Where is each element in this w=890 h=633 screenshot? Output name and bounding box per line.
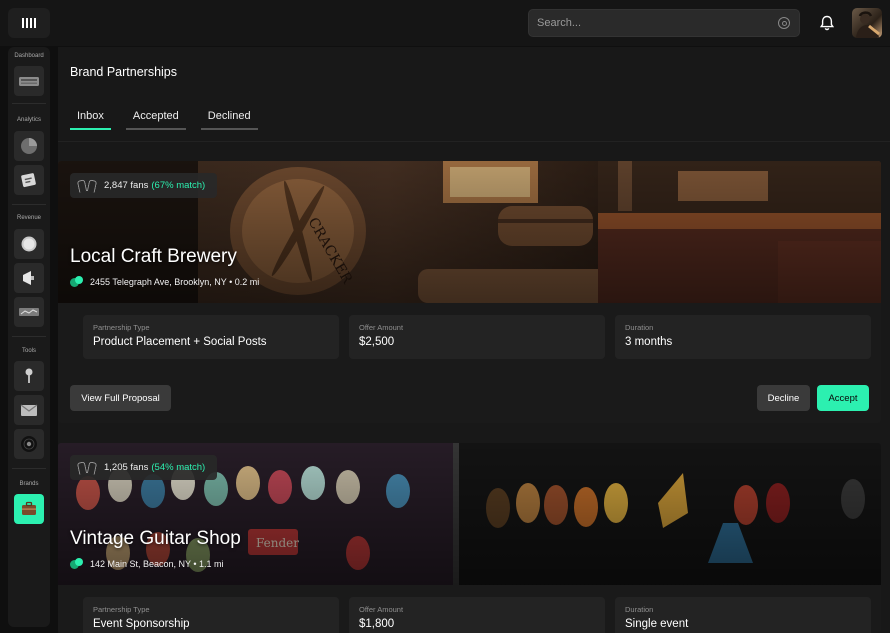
sidebar-item-coin[interactable] — [14, 229, 44, 259]
tab-inbox[interactable]: Inbox — [70, 110, 111, 130]
sidebar-item-microphone[interactable] — [14, 361, 44, 391]
briefcase-icon — [22, 501, 36, 515]
location-icon — [70, 558, 84, 570]
rock-hand-icon — [78, 462, 96, 474]
brand-name: Local Craft Brewery — [70, 246, 237, 267]
microphone-icon — [25, 368, 33, 383]
detail-label: Offer Amount — [359, 323, 404, 332]
detail-label: Duration — [625, 323, 654, 332]
sidebar: Dashboard Analytics Revenue Tools Brands — [8, 47, 50, 627]
rock-hand-icon — [78, 180, 96, 192]
revenue-chart-icon — [19, 308, 39, 316]
proposal-details: Partnership Type Product Placement + Soc… — [83, 315, 871, 359]
detail-value: $2,500 — [359, 336, 395, 348]
detail-value: 3 months — [625, 336, 673, 348]
partnership-type-box: Partnership Type Event Sponsorship — [83, 597, 339, 633]
match-percent: (54% match) — [151, 462, 206, 473]
top-bar — [0, 0, 890, 46]
proposal-card: CRACKER 2,847 fans (67% match) Local Cra… — [58, 161, 881, 423]
detail-value: Single event — [625, 618, 689, 630]
search-icon[interactable] — [778, 17, 790, 29]
search-input[interactable] — [537, 10, 767, 36]
bell-icon[interactable] — [818, 14, 836, 32]
detail-value: $1,800 — [359, 618, 395, 630]
location-text: 142 Main St, Beacon, NY • 1.1 mi — [90, 559, 224, 569]
view-full-proposal-button[interactable]: View Full Proposal — [70, 385, 171, 411]
sidebar-item-mail[interactable] — [14, 395, 44, 425]
vinyl-icon — [21, 436, 37, 452]
sidebar-item-report[interactable] — [14, 165, 44, 195]
tab-bar: Inbox Accepted Declined — [70, 110, 258, 130]
sidebar-section-tools: Tools — [21, 348, 36, 354]
page-title: Brand Partnerships — [70, 65, 178, 79]
duration-box: Duration 3 months — [615, 315, 871, 359]
sidebar-section-dashboard: Dashboard — [14, 53, 44, 59]
megaphone-icon — [23, 271, 34, 285]
fans-count: 1,205 fans — [104, 462, 149, 473]
fans-match-badge: 1,205 fans (54% match) — [70, 455, 218, 480]
fans-match-badge: 2,847 fans (67% match) — [70, 173, 218, 198]
sidebar-item-dashboard[interactable] — [14, 66, 44, 96]
offer-amount-box: Offer Amount $1,800 — [349, 597, 605, 633]
user-avatar[interactable] — [852, 8, 882, 38]
detail-label: Duration — [625, 605, 654, 614]
analytics-icon — [21, 138, 37, 154]
main-panel: Brand Partnerships Inbox Accepted Declin… — [58, 47, 890, 633]
detail-value: Product Placement + Social Posts — [93, 336, 267, 348]
detail-label: Partnership Type — [93, 323, 150, 332]
coin-icon — [21, 236, 37, 252]
partnership-type-box: Partnership Type Product Placement + Soc… — [83, 315, 339, 359]
detail-label: Offer Amount — [359, 605, 404, 614]
location-text: 2455 Telegraph Ave, Brooklyn, NY • 0.2 m… — [90, 277, 260, 287]
sidebar-item-megaphone[interactable] — [14, 263, 44, 293]
sidebar-section-analytics: Analytics — [16, 117, 41, 123]
fans-count: 2,847 fans — [104, 180, 149, 191]
sidebar-item-brands[interactable] — [14, 494, 44, 524]
bars-logo-icon[interactable] — [8, 8, 50, 38]
sidebar-item-revenue-chart[interactable] — [14, 297, 44, 327]
decline-button[interactable]: Decline — [757, 385, 810, 411]
dashboard-icon — [19, 77, 39, 86]
accept-button[interactable]: Accept — [817, 385, 869, 411]
tab-accepted[interactable]: Accepted — [125, 110, 186, 130]
section-divider — [58, 141, 890, 142]
sidebar-section-brands: Brands — [19, 481, 39, 487]
detail-value: Event Sponsorship — [93, 618, 190, 630]
tab-declined[interactable]: Declined — [200, 110, 258, 130]
match-percent: (67% match) — [151, 180, 206, 191]
report-icon — [21, 173, 36, 188]
proposal-card: Fender 1,205 fans — [58, 443, 881, 633]
sidebar-section-revenue: Revenue — [16, 215, 42, 221]
location-icon — [70, 276, 84, 288]
brand-location: 2455 Telegraph Ave, Brooklyn, NY • 0.2 m… — [70, 276, 259, 288]
mail-icon — [20, 404, 38, 416]
proposal-details: Partnership Type Event Sponsorship Offer… — [83, 597, 871, 633]
offer-amount-box: Offer Amount $2,500 — [349, 315, 605, 359]
brand-name: Vintage Guitar Shop — [70, 528, 241, 549]
duration-box: Duration Single event — [615, 597, 871, 633]
search-bar[interactable] — [528, 9, 800, 37]
brand-location: 142 Main St, Beacon, NY • 1.1 mi — [70, 558, 224, 570]
sidebar-item-analytics[interactable] — [14, 131, 44, 161]
sidebar-item-vinyl[interactable] — [14, 429, 44, 459]
detail-label: Partnership Type — [93, 605, 150, 614]
